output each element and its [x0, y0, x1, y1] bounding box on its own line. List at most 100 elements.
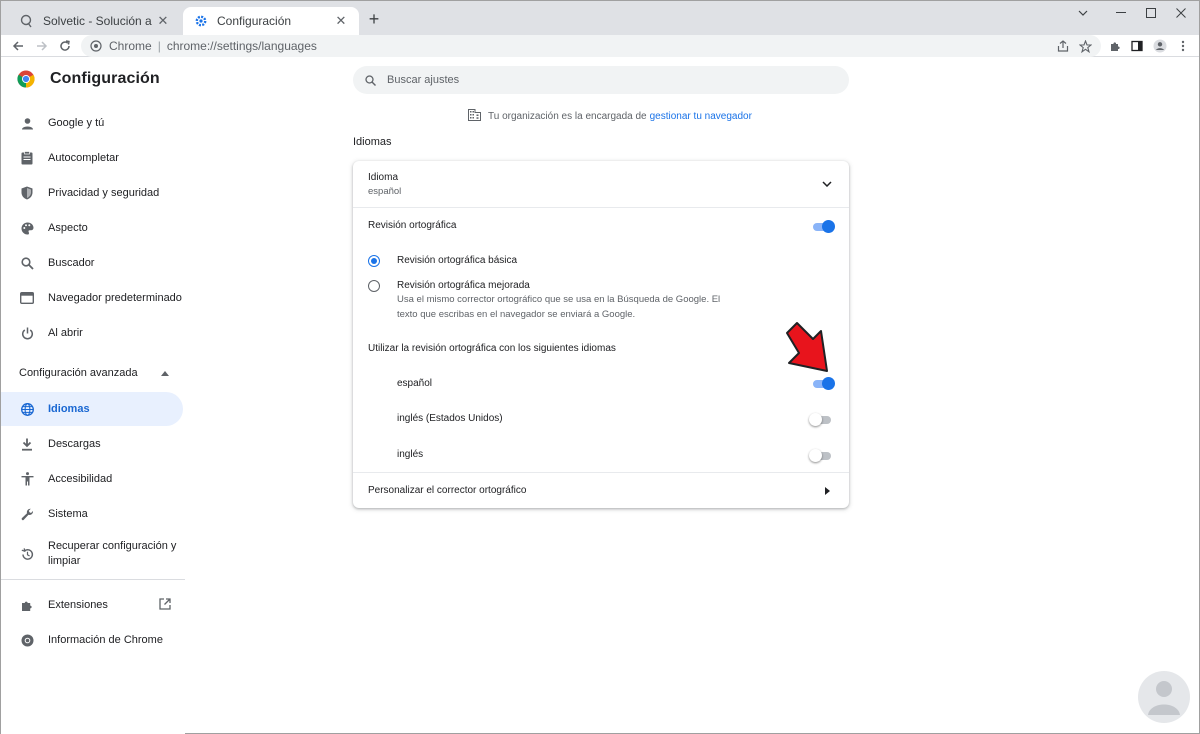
sidebar-item-label: Buscador: [48, 257, 95, 269]
sidebar-item-buscador[interactable]: Buscador: [1, 246, 183, 280]
clipboard-icon: [19, 150, 35, 166]
open-external-icon: [159, 598, 171, 613]
sidebar-item-label: Accesibilidad: [48, 473, 113, 485]
site-chip: Chrome: [109, 39, 152, 53]
search-icon: [363, 73, 377, 87]
search-settings-input[interactable]: Buscar ajustes: [353, 66, 849, 94]
chrome-outline-icon: [19, 632, 35, 648]
power-icon: [19, 325, 35, 341]
back-icon[interactable]: [9, 37, 27, 55]
sidebar-item-label: Google y tú: [48, 117, 105, 129]
advanced-section-label: Configuración avanzada: [19, 367, 138, 379]
advanced-section-toggle[interactable]: Configuración avanzada: [19, 367, 169, 379]
tab-title: Solvetic - Solución a los problemas: [43, 14, 155, 28]
reload-icon[interactable]: [56, 37, 74, 55]
close-window-icon[interactable]: [1169, 5, 1193, 21]
sidebar-item-privacidad[interactable]: Privacidad y seguridad: [1, 176, 183, 210]
sidebar-item-label: Sistema: [48, 508, 88, 520]
url-text: chrome://settings/languages: [166, 39, 317, 53]
globe-icon: [19, 401, 35, 417]
new-tab-button[interactable]: +: [365, 9, 383, 29]
sidebar-item-extensiones[interactable]: Extensiones: [1, 588, 183, 622]
tab-title: Configuración: [217, 14, 292, 28]
close-icon[interactable]: ✕: [333, 13, 349, 29]
caret-right-icon: [819, 483, 835, 499]
share-icon[interactable]: [1055, 38, 1071, 54]
extensions-icon[interactable]: [1107, 38, 1123, 54]
languages-header: Utilizar la revisión ortográfica con los…: [368, 343, 616, 354]
maximize-icon[interactable]: [1139, 5, 1163, 21]
sidebar-item-informacion[interactable]: Información de Chrome: [1, 623, 183, 657]
toolbar: Chrome | chrome://settings/languages: [1, 35, 1199, 57]
spellcheck-toggle[interactable]: [811, 220, 835, 233]
language-label: Idioma: [368, 172, 399, 183]
sidebar-item-recuperar[interactable]: Recuperar configuración y limpiar: [1, 535, 183, 573]
tab-configuracion[interactable]: Configuración ✕: [183, 7, 359, 35]
sidebar-item-sistema[interactable]: Sistema: [1, 497, 183, 531]
annotation-arrow-icon: [786, 322, 828, 372]
building-icon: [468, 109, 482, 123]
person-icon: [19, 115, 35, 131]
manage-browser-link[interactable]: gestionar tu navegador: [650, 111, 752, 122]
chrome-site-icon: [89, 39, 103, 53]
language-toggle-ingles-us[interactable]: [809, 413, 833, 426]
enhanced-spellcheck-radio[interactable]: [368, 280, 380, 292]
forward-icon[interactable]: [33, 37, 51, 55]
browser-window: Solvetic - Solución a los problemas ✕ Co…: [0, 0, 1200, 734]
sidebar-item-aspecto[interactable]: Aspecto: [1, 211, 183, 245]
spellcheck-label: Revisión ortográfica: [368, 220, 457, 231]
minimize-icon[interactable]: [1109, 5, 1133, 21]
menu-kebab-icon[interactable]: [1175, 38, 1191, 54]
page-title: Configuración: [50, 70, 160, 87]
wrench-icon: [19, 506, 35, 522]
address-bar[interactable]: Chrome | chrome://settings/languages: [81, 35, 1101, 57]
sidebar-item-google-y-tu[interactable]: Google y tú: [1, 106, 183, 140]
sidebar-item-label: Autocompletar: [48, 152, 119, 164]
sidebar-item-label: Al abrir: [48, 327, 83, 339]
sidebar-item-label: Recuperar configuración y limpiar: [48, 540, 177, 567]
sidebar-divider: [1, 579, 185, 580]
bookmark-star-icon[interactable]: [1077, 38, 1093, 54]
settings-sidebar: Configuración Google y tú Autocompletar …: [1, 58, 185, 734]
side-panel-icon[interactable]: [1129, 38, 1145, 54]
basic-spellcheck-label: Revisión ortográfica básica: [397, 255, 518, 266]
sidebar-item-al-abrir[interactable]: Al abrir: [1, 316, 183, 350]
sidebar-item-navegador-predeterminado[interactable]: Navegador predeterminado: [1, 281, 183, 315]
languages-card: Idioma español Revisión ortográfica Revi…: [353, 161, 849, 508]
enhanced-desc-line2: texto que escribas en el navegador se en…: [397, 309, 636, 320]
enhanced-spellcheck-label: Revisión ortográfica mejorada: [397, 280, 530, 291]
sidebar-item-idiomas[interactable]: Idiomas: [1, 392, 183, 426]
managed-notice: Tu organización es la encargada de gesti…: [468, 109, 752, 123]
language-value: español: [368, 186, 402, 197]
accessibility-icon: [19, 471, 35, 487]
enhanced-desc-line1: Usa el mismo corrector ortográfico que s…: [397, 294, 721, 305]
language-row[interactable]: Idioma español: [353, 161, 849, 207]
close-icon[interactable]: ✕: [155, 13, 171, 29]
sidebar-item-accesibilidad[interactable]: Accesibilidad: [1, 462, 183, 496]
sidebar-item-label: Aspecto: [48, 222, 88, 234]
solvetic-logo-watermark-icon: [1138, 671, 1190, 723]
history-reset-icon: [19, 546, 35, 562]
omnibox-separator: |: [157, 39, 161, 53]
tab-search-icon[interactable]: [1071, 5, 1095, 21]
customize-label: Personalizar el corrector ortográfico: [368, 485, 527, 496]
sidebar-item-label: Idiomas: [48, 403, 90, 415]
language-item-label: inglés: [397, 449, 424, 460]
palette-icon: [19, 220, 35, 236]
chrome-logo-icon: [17, 70, 35, 88]
sidebar-item-label: Descargas: [48, 438, 101, 450]
search-placeholder: Buscar ajustes: [387, 74, 460, 86]
chevron-down-icon[interactable]: [819, 176, 835, 192]
card-divider: [353, 207, 849, 208]
profile-avatar-icon[interactable]: [1152, 38, 1168, 54]
sidebar-item-descargas[interactable]: Descargas: [1, 427, 183, 461]
language-item-label: inglés (Estados Unidos): [397, 413, 503, 424]
sidebar-item-autocompletar[interactable]: Autocompletar: [1, 141, 183, 175]
language-toggle-espanol[interactable]: [811, 377, 835, 390]
puzzle-icon: [19, 597, 35, 613]
tab-solvetic[interactable]: Solvetic - Solución a los problemas ✕: [9, 7, 181, 35]
basic-spellcheck-radio[interactable]: [368, 255, 380, 267]
customize-spellcheck-row[interactable]: Personalizar el corrector ortográfico: [353, 473, 849, 508]
language-toggle-ingles[interactable]: [809, 449, 833, 462]
shield-icon: [19, 185, 35, 201]
